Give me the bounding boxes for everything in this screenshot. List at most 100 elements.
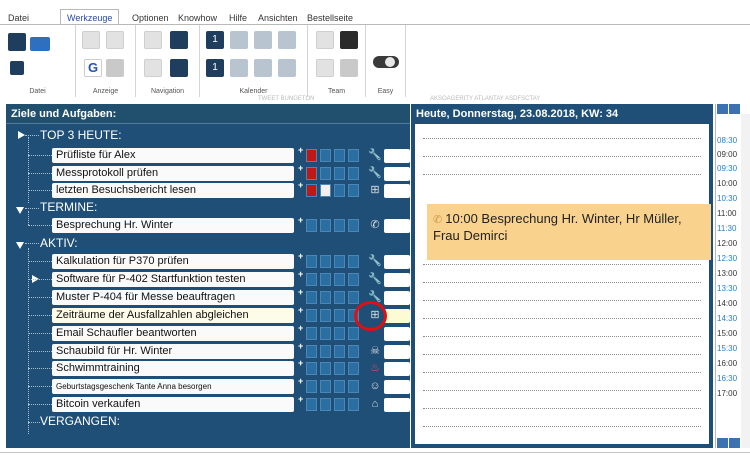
plus-icon[interactable]: + <box>298 145 303 155</box>
status-box[interactable] <box>334 291 345 304</box>
task-item[interactable]: Muster P-404 für Messe beauftragen <box>52 290 294 305</box>
status-box[interactable] <box>348 380 359 393</box>
calendar-month-icon[interactable] <box>278 31 296 49</box>
status-box[interactable] <box>306 345 317 358</box>
task-item[interactable]: Messprotokoll prüfen <box>52 166 294 181</box>
status-box[interactable] <box>348 291 359 304</box>
edit-icon[interactable] <box>320 184 331 197</box>
status-box[interactable] <box>306 380 317 393</box>
status-box[interactable] <box>348 273 359 286</box>
task-item[interactable]: Bitcoin verkaufen <box>52 397 294 412</box>
status-box[interactable] <box>334 255 345 268</box>
task-item[interactable]: Besprechung Hr. Winter <box>52 218 294 233</box>
home-icon[interactable]: ⌂ <box>368 398 382 411</box>
section-vergangen[interactable]: VERGANGEN: <box>40 414 120 428</box>
window-icon[interactable] <box>106 31 124 49</box>
note-box[interactable] <box>384 398 410 412</box>
status-box[interactable] <box>306 327 317 340</box>
status-box[interactable] <box>320 327 331 340</box>
share-icon[interactable] <box>340 59 358 77</box>
menu-bestellseite[interactable]: Bestellseite <box>307 13 353 23</box>
status-box[interactable] <box>334 184 345 197</box>
plus-icon[interactable]: + <box>298 251 303 261</box>
collapse-icon[interactable] <box>16 207 24 214</box>
status-box[interactable] <box>348 149 359 162</box>
task-item[interactable]: Email Schaufler beantworten <box>52 326 294 341</box>
plus-icon[interactable]: + <box>298 394 303 404</box>
status-box[interactable] <box>320 219 331 232</box>
note-box[interactable] <box>384 167 410 181</box>
alarm-icon[interactable] <box>306 184 317 197</box>
status-box[interactable] <box>320 362 331 375</box>
tree-icon[interactable]: ⊞ <box>368 184 382 197</box>
task-item[interactable]: Schwimmtraining <box>52 361 294 376</box>
easy-toggle[interactable] <box>373 56 399 68</box>
status-box[interactable] <box>320 291 331 304</box>
section-termine[interactable]: TERMINE: <box>40 200 97 214</box>
alarm-icon[interactable] <box>306 167 317 180</box>
menu-hilfe[interactable]: Hilfe <box>229 13 247 23</box>
note-box[interactable] <box>384 362 410 376</box>
scroll-up-icon[interactable] <box>717 104 728 114</box>
plus-icon[interactable]: + <box>298 215 303 225</box>
plus-icon[interactable]: + <box>298 358 303 368</box>
calendar-week-icon[interactable] <box>254 31 272 49</box>
menu-ansichten[interactable]: Ansichten <box>258 13 298 23</box>
plus-icon[interactable]: + <box>298 287 303 297</box>
status-box[interactable] <box>320 398 331 411</box>
google-icon[interactable]: G <box>84 59 102 77</box>
collapse-icon[interactable] <box>16 242 24 249</box>
exit-icon[interactable] <box>10 61 24 75</box>
note-box[interactable] <box>384 380 410 394</box>
task-item[interactable]: Zeiträume der Ausfallzahlen abgleichen <box>52 308 294 323</box>
menu-datei[interactable]: Datei <box>8 13 29 23</box>
status-box[interactable] <box>348 362 359 375</box>
nav-link-2-icon[interactable] <box>144 59 162 77</box>
note-box[interactable] <box>384 327 410 341</box>
print-icon[interactable] <box>30 37 50 51</box>
status-box[interactable] <box>334 362 345 375</box>
menu-werkzeuge[interactable]: Werkzeuge <box>60 9 120 25</box>
status-box[interactable] <box>348 167 359 180</box>
task-item[interactable]: Software für P-402 Startfunktion testen <box>52 272 294 287</box>
task-item[interactable]: Kalkulation für P370 prüfen <box>52 254 294 269</box>
scroll-down-icon[interactable] <box>729 438 740 448</box>
calendar-list-icon[interactable] <box>230 31 248 49</box>
task-item[interactable]: letzten Besuchsbericht lesen <box>52 183 294 198</box>
status-box[interactable] <box>306 273 317 286</box>
move-icon[interactable] <box>82 31 100 49</box>
chat-icon[interactable] <box>316 59 334 77</box>
status-box[interactable] <box>320 345 331 358</box>
status-box[interactable] <box>320 149 331 162</box>
status-box[interactable] <box>334 398 345 411</box>
status-box[interactable] <box>306 291 317 304</box>
status-box[interactable] <box>348 327 359 340</box>
status-box[interactable] <box>306 398 317 411</box>
status-box[interactable] <box>334 380 345 393</box>
note-box[interactable] <box>384 309 410 323</box>
plus-icon[interactable]: + <box>298 376 303 386</box>
status-box[interactable] <box>320 255 331 268</box>
note-box[interactable] <box>384 345 410 359</box>
wrench-icon[interactable]: 🔧 <box>368 149 382 162</box>
note-box[interactable] <box>384 184 410 198</box>
scroll-down-icon[interactable] <box>729 104 740 114</box>
status-box[interactable] <box>348 398 359 411</box>
wrench-icon[interactable]: 🔧 <box>368 273 382 286</box>
status-box[interactable] <box>348 184 359 197</box>
calendar-week-2-icon[interactable] <box>254 59 272 77</box>
note-box[interactable] <box>384 149 410 163</box>
swimmer-icon[interactable]: ♨ <box>368 362 382 375</box>
scroll-up-icon[interactable] <box>717 438 728 448</box>
day-view[interactable]: ✆ 10:00 Besprechung Hr. Winter, Hr Mülle… <box>415 124 711 444</box>
calendar-month-2-icon[interactable] <box>278 59 296 77</box>
status-box[interactable] <box>320 167 331 180</box>
camera-icon[interactable] <box>106 59 124 77</box>
status-box[interactable] <box>306 219 317 232</box>
note-box[interactable] <box>384 291 410 305</box>
plus-icon[interactable]: + <box>298 341 303 351</box>
contact-icon[interactable] <box>316 31 334 49</box>
status-box[interactable] <box>334 219 345 232</box>
section-aktiv[interactable]: AKTIV: <box>40 236 78 250</box>
task-item[interactable]: Schaubild für Hr. Winter <box>52 344 294 359</box>
